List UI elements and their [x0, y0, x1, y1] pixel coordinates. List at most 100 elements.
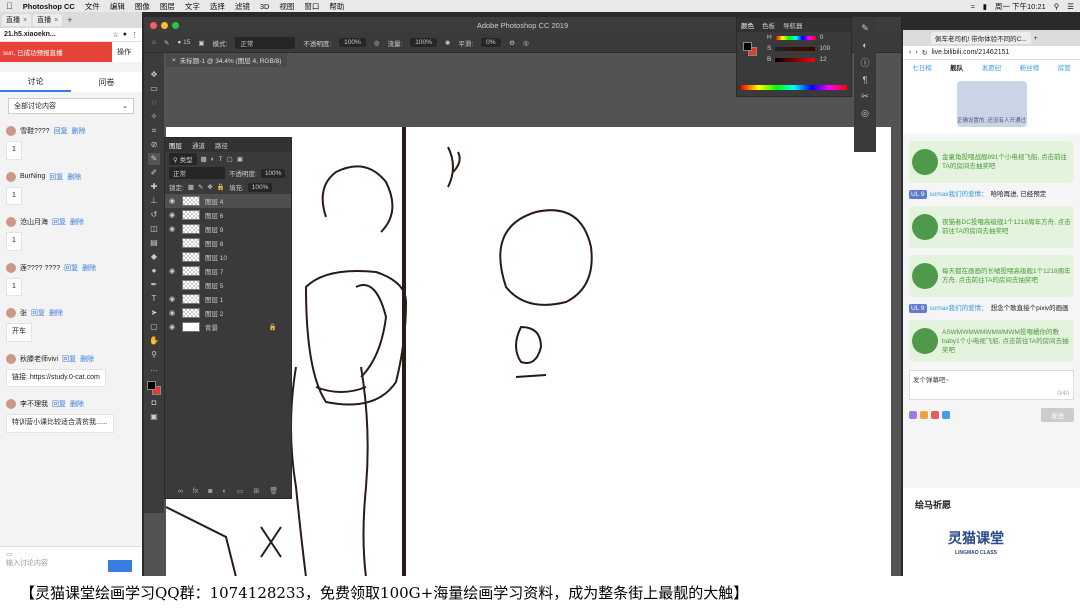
wifi-icon[interactable]: ≈ — [971, 2, 975, 11]
reply-button[interactable]: 回复 — [62, 354, 76, 364]
history-panel-icon[interactable]: ◎ — [861, 108, 869, 119]
screen-mode-icon[interactable]: ▣ — [148, 411, 160, 423]
lock-pixels-icon[interactable]: ▩ — [188, 183, 194, 191]
reply-button[interactable]: 回复 — [54, 126, 68, 136]
close-icon[interactable]: × — [172, 57, 176, 64]
lottery-icon[interactable] — [942, 411, 950, 420]
tab-layers[interactable]: 图层 — [169, 140, 182, 150]
layer-opacity-field[interactable]: 100% — [260, 168, 286, 178]
gear-icon[interactable]: ⚙ — [509, 39, 515, 47]
menu-select[interactable]: 选择 — [210, 1, 225, 12]
lock-all-icon[interactable]: 🔒 — [217, 183, 225, 191]
menu-view[interactable]: 视图 — [279, 1, 294, 12]
tab-survey[interactable]: 问卷 — [71, 72, 142, 92]
more-icon[interactable]: ⋮ — [131, 31, 138, 39]
zoom-tool-icon[interactable]: ⚲ — [148, 349, 160, 361]
brush-tool-icon[interactable]: ✎ — [148, 153, 160, 165]
menu-filter[interactable]: 滤镜 — [235, 1, 250, 12]
reply-button[interactable]: 回复 — [31, 308, 45, 318]
layer-row[interactable]: ◉ 背景 🔒 — [165, 320, 291, 334]
info-panel-icon[interactable]: ⓘ — [860, 56, 869, 69]
more-tools-icon[interactable]: … — [148, 363, 160, 375]
hue-value[interactable]: 0 — [820, 34, 824, 41]
brush-preset-picker[interactable]: ● 15 — [177, 39, 190, 46]
pressure-opacity-icon[interactable]: ◎ — [374, 39, 380, 47]
mode-select[interactable]: 正常 — [235, 36, 296, 49]
address-bar[interactable]: 21.h5.xiaoekn... ☆ ● ⋮ — [0, 28, 142, 42]
pencil-tool-icon[interactable]: ✐ — [148, 167, 160, 179]
tab-navigator[interactable]: 导航器 — [783, 20, 803, 30]
tab-paths[interactable]: 路径 — [215, 140, 228, 150]
eye-icon[interactable]: ◉ — [169, 225, 177, 233]
profile-icon[interactable]: ● — [123, 31, 127, 38]
menu-image[interactable]: 图像 — [135, 1, 150, 12]
browser-tab[interactable]: 直播 × — [33, 14, 63, 26]
menu-3d[interactable]: 3D — [260, 2, 270, 11]
rectangle-tool-icon[interactable]: ▢ — [148, 321, 160, 333]
eye-icon[interactable]: ◉ — [169, 323, 177, 331]
smooth-field[interactable]: 0% — [481, 38, 502, 47]
reply-button[interactable]: 回复 — [52, 399, 66, 409]
document-tab[interactable]: × 未标题-1 @ 34.4% (图层 4, RGB/8) — [166, 53, 288, 67]
reload-icon[interactable]: ↻ — [922, 49, 928, 57]
history-brush-tool-icon[interactable]: ↺ — [148, 209, 160, 221]
reply-button[interactable]: 回复 — [52, 217, 66, 227]
tab-swatches[interactable]: 色板 — [762, 20, 775, 30]
delete-button[interactable]: 删除 — [82, 263, 96, 273]
menu-layer[interactable]: 图层 — [160, 1, 175, 12]
star-icon[interactable]: ☆ — [112, 31, 118, 39]
menu-window[interactable]: 窗口 — [304, 1, 319, 12]
tab-admins[interactable]: 房管 — [1058, 62, 1071, 72]
add-mask-icon[interactable]: ◙ — [208, 488, 212, 495]
clock[interactable]: 周一 下午10:21 — [995, 1, 1046, 12]
menu-help[interactable]: 帮助 — [329, 1, 344, 12]
new-tab-button[interactable]: + — [67, 15, 72, 25]
send-danmu-button[interactable]: 发送 — [1041, 408, 1074, 423]
link-layers-icon[interactable]: ∞ — [178, 488, 183, 495]
eraser-tool-icon[interactable]: ◫ — [148, 223, 160, 235]
address-bar[interactable]: ‹ › ↻ live.bilibili.com/21462151 — [903, 46, 1080, 60]
close-icon[interactable]: × — [23, 17, 27, 24]
hue-slider[interactable] — [775, 35, 816, 40]
brush-settings-icon[interactable]: ▣ — [198, 39, 204, 47]
type-tool-icon[interactable]: T — [148, 293, 160, 305]
filter-pixel-icon[interactable]: ▩ — [201, 155, 207, 163]
eye-icon[interactable]: ◉ — [169, 211, 177, 219]
reply-button[interactable]: 回复 — [49, 172, 63, 182]
brightness-value[interactable]: 12 — [819, 56, 826, 63]
menu-edit[interactable]: 编辑 — [110, 1, 125, 12]
filter-adjust-icon[interactable]: ◐ — [211, 156, 215, 163]
delete-button[interactable]: 删除 — [72, 126, 86, 136]
brightness-slider[interactable] — [775, 57, 816, 62]
eye-icon[interactable]: ◉ — [169, 197, 177, 205]
layer-style-icon[interactable]: fx — [193, 488, 198, 495]
path-select-tool-icon[interactable]: ➤ — [148, 307, 160, 319]
delete-button[interactable]: 删除 — [70, 217, 84, 227]
move-tool-icon[interactable]: ✥ — [148, 69, 160, 81]
marquee-tool-icon[interactable]: ▭ — [148, 83, 160, 95]
fill-field[interactable]: 100% — [247, 182, 273, 192]
gift-panel-icon[interactable] — [920, 411, 928, 420]
color-danmu-icon[interactable] — [931, 411, 939, 420]
saturation-value[interactable]: 100 — [819, 45, 830, 52]
close-icon[interactable]: × — [54, 17, 58, 24]
tab-discussion[interactable]: 讨论 — [0, 72, 71, 92]
delete-button[interactable]: 删除 — [70, 399, 84, 409]
folder-icon[interactable]: ▭ — [6, 550, 136, 558]
layer-row[interactable]: ◉ 图层 4 — [165, 194, 291, 208]
browser-tab[interactable]: 直播 × — [2, 14, 32, 26]
browser-tab[interactable]: 佩车老司机! 带你体验不同的C... — [931, 32, 1031, 44]
blur-tool-icon[interactable]: ◆ — [148, 251, 160, 263]
flow-field[interactable]: 100% — [410, 38, 437, 47]
filter-smart-icon[interactable]: ▣ — [237, 155, 243, 163]
healing-tool-icon[interactable]: ✚ — [148, 181, 160, 193]
apple-icon[interactable]:  — [6, 1, 13, 11]
saturation-slider[interactable] — [775, 46, 816, 51]
lock-image-icon[interactable]: ✎ — [198, 183, 203, 191]
search-icon[interactable]: ⚲ — [1054, 2, 1060, 11]
brush-settings-panel-icon[interactable]: ✎ — [861, 23, 869, 34]
pen-tool-icon[interactable]: ✒ — [148, 279, 160, 291]
layer-row[interactable]: ◉ 图层 9 — [165, 222, 291, 236]
adjustment-layer-icon[interactable]: ◐ — [223, 488, 227, 495]
tab-wish[interactable]: 发愿纪 — [982, 62, 1002, 72]
